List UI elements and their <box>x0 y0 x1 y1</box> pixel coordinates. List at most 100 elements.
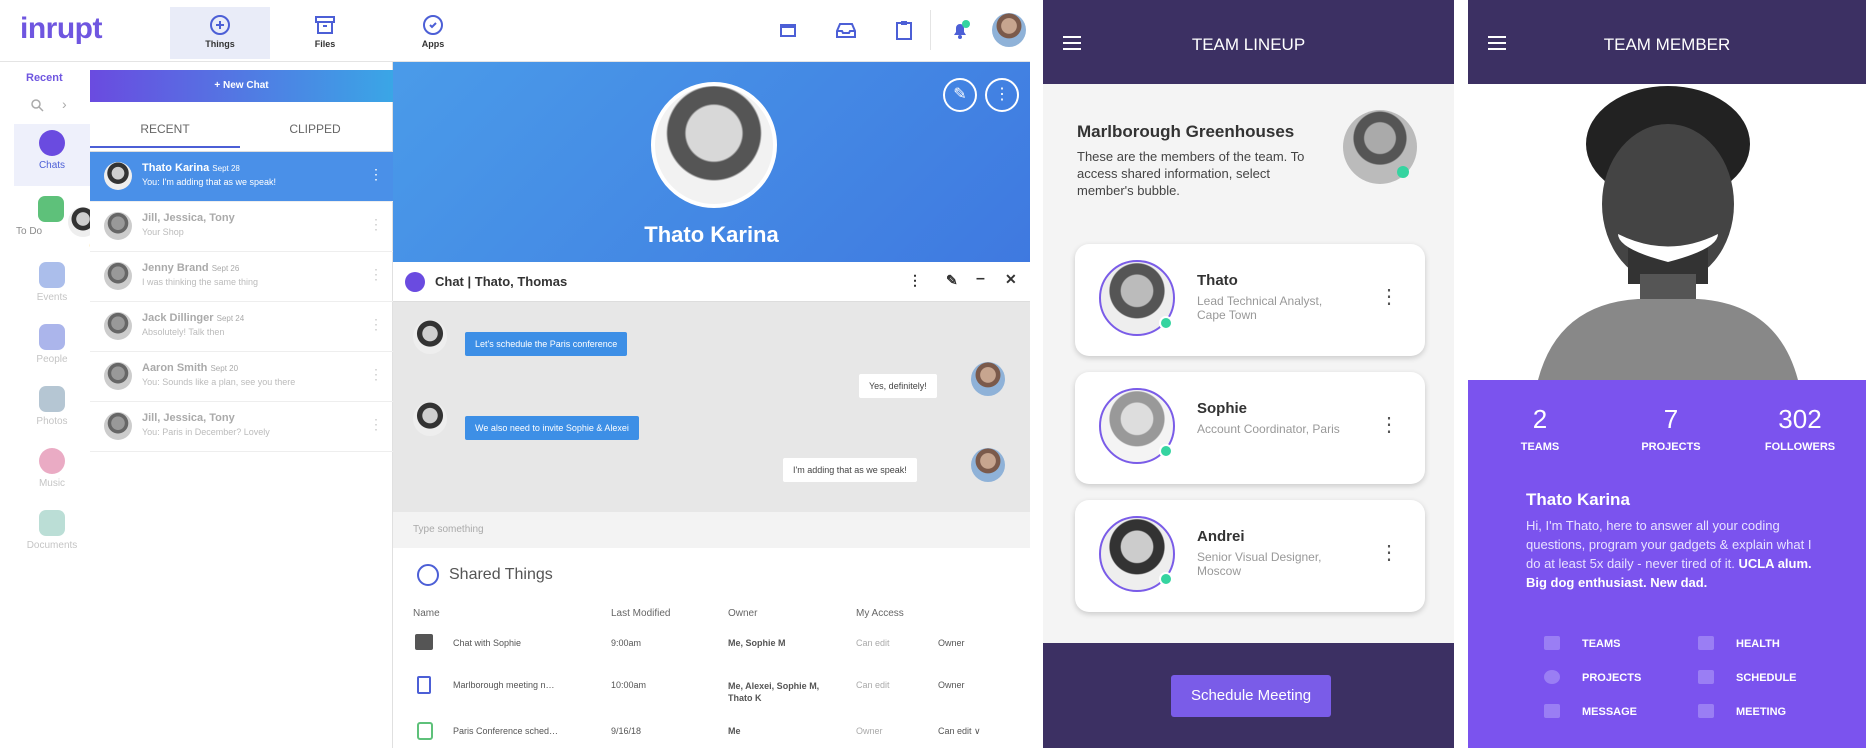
chat-name: Jack Dillinger Sept 24 <box>142 312 245 324</box>
rail-chats[interactable]: Chats <box>14 124 90 186</box>
profile-name: Thato Karina <box>644 222 779 247</box>
chat-row[interactable]: Thato Karina Sept 28 You: I'm adding tha… <box>90 152 393 202</box>
member-portrait <box>1468 84 1866 380</box>
avatar <box>413 320 447 354</box>
minimize-icon[interactable]: – <box>976 270 985 288</box>
user-avatar[interactable] <box>992 13 1026 47</box>
chat-name: Aaron Smith Sept 20 <box>142 362 239 374</box>
more-icon[interactable]: ⋮ <box>369 266 383 283</box>
avatar <box>104 262 132 290</box>
nav-apps[interactable]: Apps <box>383 7 483 59</box>
tab-recent[interactable]: RECENT <box>90 122 240 148</box>
message-bubble: We also need to invite Sophie & Alexei <box>465 416 639 440</box>
nav-things[interactable]: Things <box>170 7 270 59</box>
lineup-description: These are the members of the team. To ac… <box>1077 149 1305 198</box>
member-bio: Hi, I'm Thato, here to answer all your c… <box>1526 518 1812 590</box>
rail-events[interactable]: Events <box>14 256 90 318</box>
bell-icon[interactable] <box>948 18 972 42</box>
more-icon[interactable]: ⋮ <box>1379 412 1399 437</box>
window-icon[interactable] <box>776 18 800 42</box>
link-teams[interactable]: TEAMS <box>1544 636 1621 650</box>
more-icon[interactable]: ⋮ <box>369 216 383 233</box>
todo-icon <box>38 196 64 222</box>
lineup-title: TEAM LINEUP <box>1191 35 1306 54</box>
chat-row[interactable]: Jack Dillinger Sept 24 Absolutely! Talk … <box>90 302 393 352</box>
stat-teams[interactable]: 2 TEAMS <box>1490 404 1590 453</box>
message-bubble: I'm adding that as we speak! <box>783 458 917 482</box>
rail-documents[interactable]: Documents <box>14 504 90 566</box>
health-icon <box>1698 636 1714 650</box>
link-meeting[interactable]: MEETING <box>1698 704 1786 718</box>
table-row[interactable]: Marlborough meeting n… 10:00am Me, Alexe… <box>393 676 1030 720</box>
more-icon[interactable]: ⋮ <box>1379 284 1399 309</box>
clipboard-icon[interactable] <box>892 18 916 42</box>
member-role: Lead Technical Analyst, Cape Town <box>1197 294 1323 322</box>
nav-apps-label: Apps <box>421 39 445 49</box>
more-icon[interactable]: ⋮ <box>369 366 383 383</box>
chat-row[interactable]: Jill, Jessica, Tony Your Shop ⋮ <box>90 202 393 252</box>
chat-row[interactable]: Aaron Smith Sept 20 You: Sounds like a p… <box>90 352 393 402</box>
member-card[interactable]: Andrei Senior Visual Designer, Moscow ⋮ <box>1075 500 1425 612</box>
more-icon[interactable]: ⋮ <box>1379 540 1399 565</box>
col-name[interactable]: Name <box>413 608 440 619</box>
col-modified[interactable]: Last Modified <box>611 608 670 619</box>
stat-projects[interactable]: 7 PROJECTS <box>1621 404 1721 453</box>
menu-icon[interactable] <box>1488 36 1506 52</box>
inrupt-logo[interactable]: inrupt <box>20 12 102 46</box>
menu-icon[interactable] <box>1063 36 1081 52</box>
link-schedule[interactable]: SCHEDULE <box>1698 670 1797 684</box>
link-message[interactable]: MESSAGE <box>1544 704 1637 718</box>
avatar <box>413 402 447 436</box>
online-dot <box>1159 316 1173 330</box>
more-icon[interactable]: ⋮ <box>908 272 922 289</box>
shared-title: Shared Things <box>449 566 553 583</box>
new-chat-button[interactable]: + New Chat <box>90 70 393 102</box>
archive-icon <box>315 16 335 34</box>
avatar <box>104 212 132 240</box>
link-projects[interactable]: PROJECTS <box>1544 670 1641 684</box>
member-card[interactable]: Thato Lead Technical Analyst, Cape Town … <box>1075 244 1425 356</box>
document-icon <box>39 510 65 536</box>
search-icon[interactable] <box>30 98 44 112</box>
chat-window: Chat | Thato, Thomas ⋮ ✎ – ✕ Let's sched… <box>393 262 1030 512</box>
row-owner: Me, Sophie M <box>728 638 786 648</box>
more-icon[interactable]: ⋮ <box>369 416 383 433</box>
more-icon[interactable]: ⋮ <box>985 78 1019 112</box>
row-modified: 10:00am <box>611 680 647 690</box>
online-dot <box>1159 572 1173 586</box>
col-access[interactable]: My Access <box>856 608 904 619</box>
edit-icon[interactable]: ✎ <box>946 272 958 289</box>
more-icon[interactable]: ⋮ <box>369 316 383 333</box>
col-owner[interactable]: Owner <box>728 608 757 619</box>
table-row[interactable]: Paris Conference sched… 9/16/18 Me Owner… <box>393 722 1030 748</box>
rail-photos[interactable]: Photos <box>14 380 90 442</box>
calendar-icon <box>39 262 65 288</box>
stat-followers[interactable]: 302 FOLLOWERS <box>1750 404 1850 453</box>
rail-people[interactable]: People <box>14 318 90 380</box>
chat-preview: You: I'm adding that as we speak! <box>142 177 276 187</box>
member-card[interactable]: Sophie Account Coordinator, Paris ⋮ <box>1075 372 1425 484</box>
chat-name: Jill, Jessica, Tony <box>142 212 235 224</box>
inbox-icon[interactable] <box>834 18 858 42</box>
rail-music[interactable]: Music <box>14 442 90 504</box>
nav-files[interactable]: Files <box>275 7 375 59</box>
table-row[interactable]: Chat with Sophie 9:00am Me, Sophie M Can… <box>393 634 1030 678</box>
member-name: Thato <box>1197 272 1238 289</box>
chevron-right-icon[interactable]: › <box>62 96 67 112</box>
tab-clipped[interactable]: CLIPPED <box>240 122 390 136</box>
row-role[interactable]: Can edit ∨ <box>938 726 981 737</box>
schedule-meeting-button[interactable]: Schedule Meeting <box>1171 675 1331 717</box>
message-input[interactable]: Type something <box>393 512 1030 548</box>
teams-icon <box>1544 636 1560 650</box>
chat-row[interactable]: Jenny Brand Sept 26 I was thinking the s… <box>90 252 393 302</box>
stat-label: PROJECTS <box>1641 441 1701 453</box>
more-icon[interactable]: ⋮ <box>369 166 383 183</box>
link-health[interactable]: HEALTH <box>1698 636 1780 650</box>
close-icon[interactable]: ✕ <box>1005 271 1017 288</box>
member-name: Sophie <box>1197 400 1248 417</box>
apps-icon <box>423 15 443 35</box>
top-bar: inrupt Things Files Apps <box>0 0 1030 62</box>
chat-row[interactable]: Jill, Jessica, Tony You: Paris in Decemb… <box>90 402 393 452</box>
edit-icon[interactable]: ✎ <box>943 78 977 112</box>
row-name: Marlborough meeting n… <box>453 680 555 690</box>
